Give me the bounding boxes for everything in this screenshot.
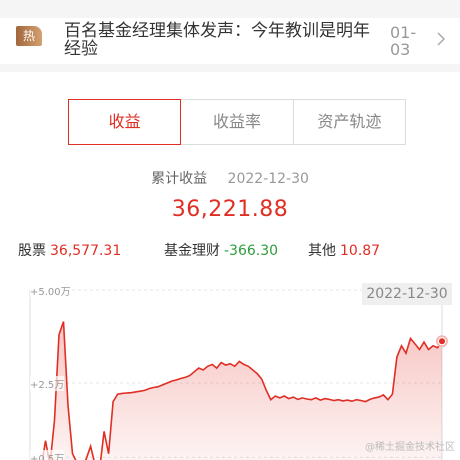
news-title[interactable]: 百名基金经理集体发声：今年教训是明年经验 [64, 22, 384, 58]
tab-asset-trajectory[interactable]: 资产轨迹 [294, 100, 405, 144]
hot-badge: 热 [16, 26, 42, 46]
breakdown-fund-value: -366.30 [224, 243, 279, 259]
y-tick-label: +0.5万 [30, 450, 65, 460]
breakdown-other-value: 10.87 [340, 243, 381, 259]
y-tick-label: +2.5万 [30, 376, 65, 391]
tab-profit[interactable]: 收益 [68, 99, 182, 145]
breakdown-fund: 基金理财 -366.30 [164, 240, 278, 260]
breakdown-stock: 股票 36,577.31 [18, 240, 121, 260]
cumulative-label: 累计收益 [151, 171, 208, 187]
watermark: @稀土掘金技术社区 [365, 442, 455, 453]
profit-chart-svg [29, 289, 448, 460]
breakdown-fund-label: 基金理财 [164, 243, 220, 259]
cumulative-header: 累计收益 2022-12-30 [0, 168, 460, 188]
page: 热 百名基金经理集体发声：今年教训是明年经验 01-03 收益 收益率 资产轨迹… [0, 0, 460, 460]
breakdown-other-label: 其他 [308, 243, 336, 259]
y-tick-label: +5.00万 [30, 283, 71, 298]
profit-breakdown: 股票 36,577.31 基金理财 -366.30 其他 10.87 [18, 240, 448, 260]
tab-profit-rate[interactable]: 收益率 [181, 100, 294, 144]
news-banner[interactable]: 热 百名基金经理集体发声：今年教训是明年经验 01-03 [0, 18, 460, 64]
profit-chart[interactable]: 2022-12-30 +5.00万 +2.5万 +0.5万 [0, 280, 460, 460]
profit-card: 收益 收益率 资产轨迹 累计收益 2022-12-30 36,221.88 股票… [0, 72, 460, 460]
chart-tooltip-date: 2022-12-30 [362, 283, 452, 305]
breakdown-stock-value: 36,577.31 [50, 243, 122, 259]
breakdown-stock-label: 股票 [18, 243, 46, 259]
chevron-right-icon[interactable] [436, 32, 446, 46]
end-point-marker [439, 338, 445, 345]
breakdown-other: 其他 10.87 [308, 240, 380, 260]
cumulative-date: 2022-12-30 [227, 171, 309, 187]
cumulative-value: 36,221.88 [171, 197, 289, 222]
tab-bar: 收益 收益率 资产轨迹 [68, 99, 406, 145]
news-date: 01-03 [390, 23, 417, 59]
